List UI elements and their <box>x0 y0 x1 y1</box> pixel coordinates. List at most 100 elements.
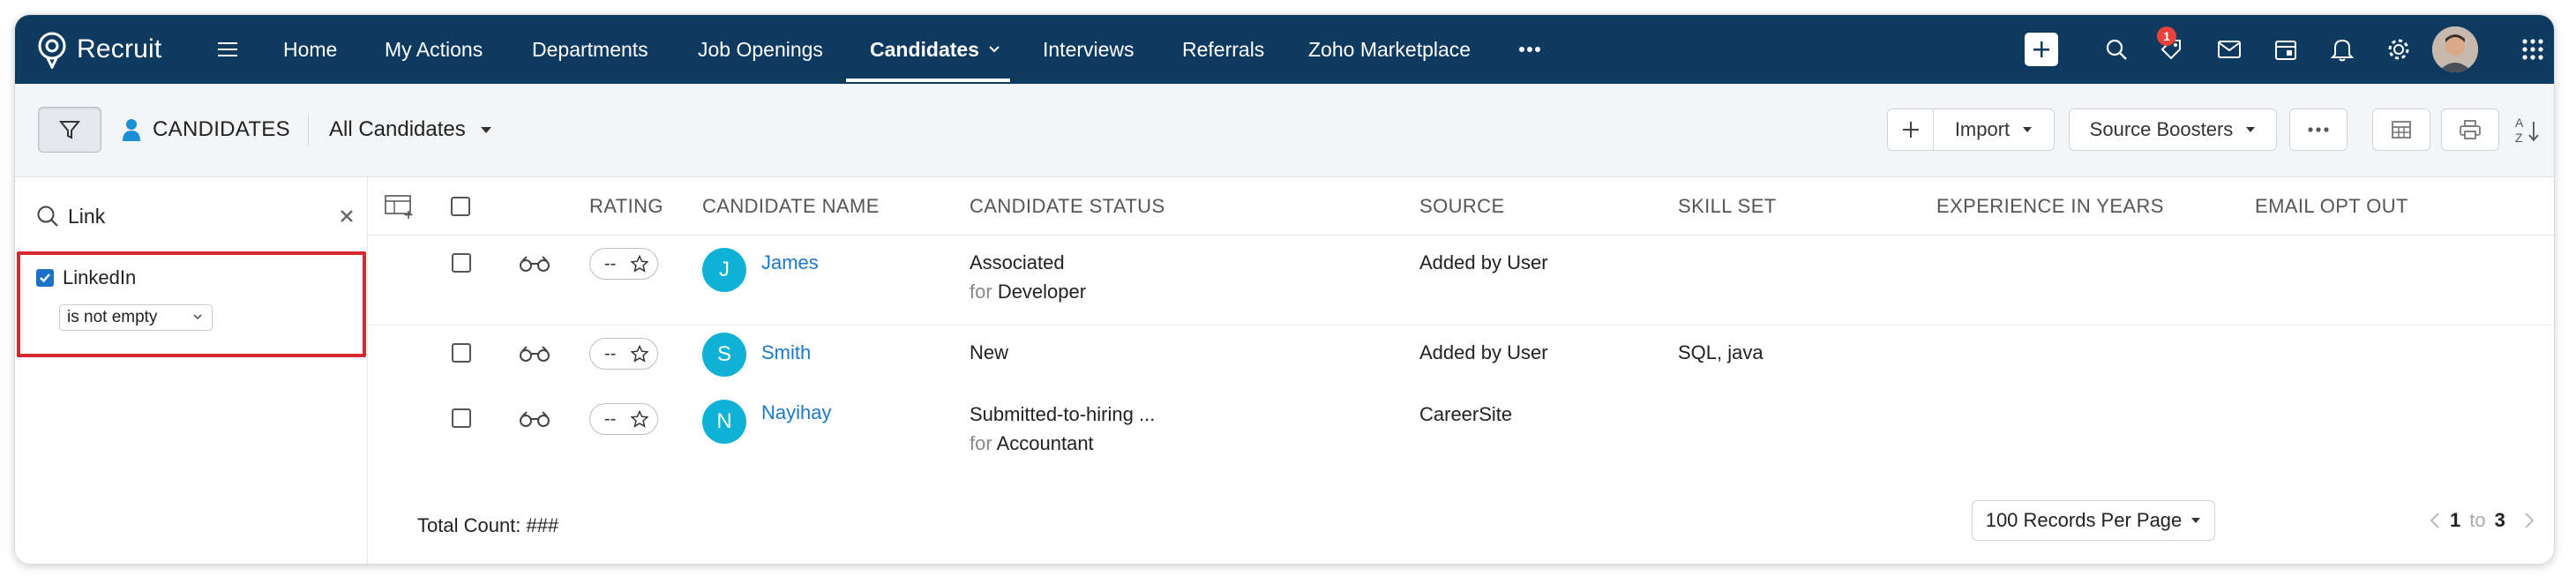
table-row[interactable]: -- J James Associated for Developer Adde… <box>368 236 2554 326</box>
filter-search-input[interactable]: Link <box>68 205 340 228</box>
nav-candidates-label: Candidates <box>870 37 979 61</box>
candidate-status: Associated <box>970 251 1065 273</box>
row-checkbox[interactable] <box>452 408 471 428</box>
nav-departments[interactable]: Departments <box>532 15 648 84</box>
grid-header: RATING CANDIDATE NAME CANDIDATE STATUS S… <box>368 177 2554 236</box>
rating-control[interactable]: -- <box>589 248 658 280</box>
nav-my-actions[interactable]: My Actions <box>385 15 483 84</box>
column-header-skill-set[interactable]: SKILL SET <box>1678 177 1777 236</box>
more-actions-button[interactable] <box>2289 109 2348 151</box>
printer-icon <box>2460 120 2481 139</box>
candidate-status: Submitted-to-hiring ... <box>970 403 1156 425</box>
table-row[interactable]: -- S Smith New Added by User SQL, java <box>368 326 2554 391</box>
nav-zoho-marketplace[interactable]: Zoho Marketplace <box>1308 15 1471 84</box>
condition-value: is not empty <box>67 308 158 326</box>
apps-grid-icon[interactable] <box>2517 34 2549 65</box>
candidate-name-link[interactable]: Nayihay <box>761 401 831 424</box>
star-icon[interactable] <box>631 255 648 273</box>
row-checkbox[interactable] <box>452 253 471 273</box>
brand-name: Recruit <box>77 34 162 64</box>
check-icon <box>40 273 50 283</box>
nav-job-openings[interactable]: Job Openings <box>698 15 823 84</box>
binoculars-icon[interactable] <box>518 345 551 363</box>
rating-value: -- <box>604 253 617 273</box>
column-header-source[interactable]: SOURCE <box>1419 177 1505 236</box>
filter-toggle-button[interactable] <box>38 107 101 153</box>
quick-create-plus-icon[interactable] <box>2025 33 2058 66</box>
column-header-rating[interactable]: RATING <box>589 177 663 236</box>
records-per-page-label: 100 Records Per Page <box>1985 509 2183 531</box>
column-header-email-opt-out[interactable]: EMAIL OPT OUT <box>2255 177 2408 236</box>
filter-panel: Link LinkedIn is not empty <box>15 177 368 564</box>
filter-search[interactable]: Link <box>36 198 354 234</box>
view-selector[interactable]: All Candidates <box>329 107 492 153</box>
candidate-skill-set: SQL, java <box>1678 341 1764 363</box>
import-label: Import <box>1954 118 2011 140</box>
condition-select[interactable]: is not empty <box>59 304 213 331</box>
column-header-experience[interactable]: EXPERIENCE IN YEARS <box>1936 177 2164 236</box>
star-icon[interactable] <box>631 345 648 363</box>
row-checkbox[interactable] <box>452 343 471 363</box>
rating-control[interactable]: -- <box>589 338 658 370</box>
table-row[interactable]: -- N Nayihay Submitted-to-hiring ... for… <box>368 391 2554 481</box>
gear-icon[interactable] <box>2383 34 2415 65</box>
column-header-candidate-status[interactable]: CANDIDATE STATUS <box>970 177 1165 236</box>
records-per-page-select[interactable]: 100 Records Per Page <box>1972 500 2215 541</box>
page-to-word: to <box>2469 509 2486 531</box>
clear-close-icon[interactable] <box>340 209 354 223</box>
binoculars-icon[interactable] <box>518 410 551 428</box>
candidate-name-link[interactable]: Smith <box>761 341 811 364</box>
hamburger-menu-icon[interactable] <box>214 15 241 84</box>
nav-more-ellipsis-icon[interactable] <box>1518 15 1541 84</box>
add-candidate-plus-button[interactable] <box>1888 109 1934 150</box>
column-chooser-icon[interactable] <box>384 177 416 236</box>
bell-icon[interactable] <box>2326 34 2358 65</box>
source-boosters-button[interactable]: Source Boosters <box>2069 109 2277 151</box>
sort-az-button[interactable]: A Z <box>2508 109 2547 151</box>
table-icon <box>2392 121 2411 139</box>
plus-icon <box>1902 122 1919 138</box>
brand[interactable]: Recruit <box>34 15 161 84</box>
svg-text:A: A <box>2515 116 2524 130</box>
candidate-name-link[interactable]: James <box>761 251 819 274</box>
column-header-candidate-name[interactable]: CANDIDATE NAME <box>702 177 880 236</box>
active-tab-indicator <box>846 79 1010 82</box>
total-count: Total Count: ### <box>417 514 559 536</box>
nav-home[interactable]: Home <box>283 15 337 84</box>
app-window: Recruit Home My Actions Departments Job … <box>14 14 2555 565</box>
page-from: 1 <box>2450 509 2461 531</box>
candidate-source: Added by User <box>1419 251 1548 273</box>
toolbar-divider <box>308 116 309 146</box>
chevron-left-icon[interactable] <box>2429 512 2441 529</box>
table-view-button[interactable] <box>2372 109 2430 151</box>
toolbar: CANDIDATES All Candidates Import Source … <box>15 84 2554 177</box>
calendar-icon[interactable] <box>2270 34 2302 65</box>
rating-value: -- <box>604 343 617 363</box>
candidate-status: New <box>970 341 1009 363</box>
print-button[interactable] <box>2441 109 2499 151</box>
star-icon[interactable] <box>631 410 648 428</box>
user-avatar[interactable] <box>2432 26 2478 72</box>
filter-field-linkedin[interactable]: LinkedIn <box>36 266 136 289</box>
nav-interviews[interactable]: Interviews <box>1043 15 1134 84</box>
mail-icon[interactable] <box>2213 34 2245 65</box>
grid-footer: Total Count: ### 100 Records Per Page 1 … <box>368 488 2554 564</box>
caret-down-icon <box>480 127 491 133</box>
chevron-right-icon[interactable] <box>2523 512 2535 529</box>
candidate-source: CareerSite <box>1419 403 1513 425</box>
candidate-initial-avatar: J <box>702 248 746 292</box>
linkedin-label: LinkedIn <box>63 266 137 288</box>
linkedin-checkbox[interactable] <box>36 269 54 287</box>
nav-referrals[interactable]: Referrals <box>1182 15 1264 84</box>
job-opening-name: Developer <box>997 281 1087 303</box>
import-button[interactable]: Import <box>1934 109 2054 150</box>
rating-control[interactable]: -- <box>589 403 658 435</box>
chevron-down-icon <box>989 46 1000 53</box>
select-all-checkbox[interactable] <box>451 177 470 236</box>
binoculars-icon[interactable] <box>518 255 551 273</box>
pagination: 1 to 3 <box>2429 509 2535 532</box>
candidate-status-for: for Developer <box>970 281 1086 303</box>
nav-candidates[interactable]: Candidates <box>870 15 1000 84</box>
top-navigation: Recruit Home My Actions Departments Job … <box>15 15 2554 84</box>
search-icon[interactable] <box>2100 34 2132 65</box>
